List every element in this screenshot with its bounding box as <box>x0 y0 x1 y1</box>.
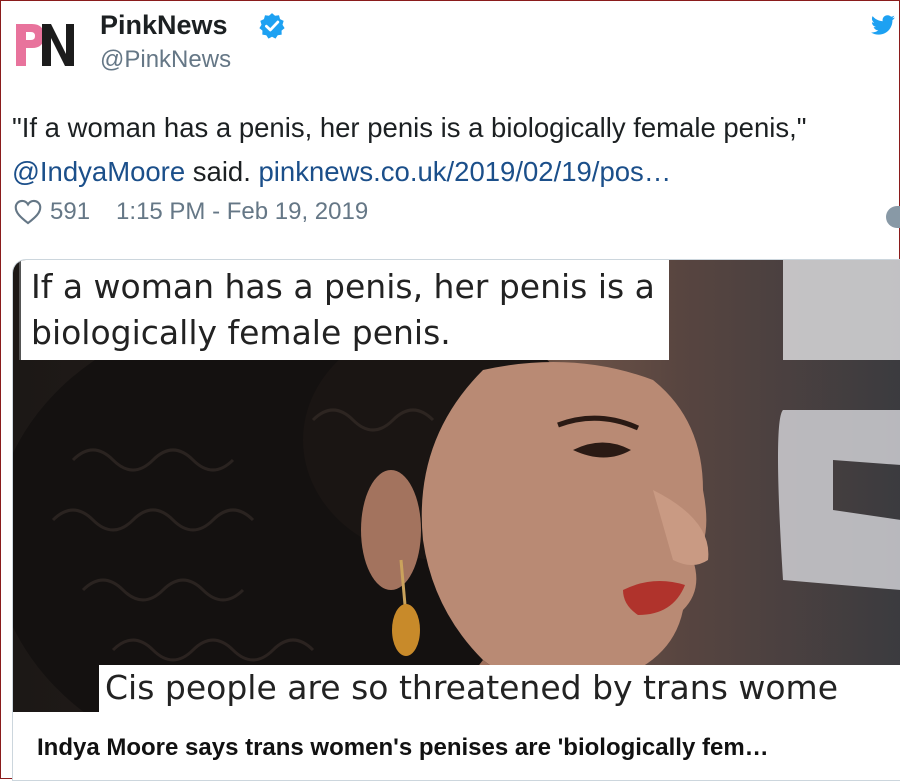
pinknews-logo[interactable] <box>16 20 74 66</box>
tweet-meta: 591 1:15 PM - Feb 19, 2019 <box>14 198 368 226</box>
article-link[interactable]: pinknews.co.uk/2019/02/19/pos… <box>259 156 672 187</box>
account-name[interactable]: PinkNews <box>100 10 228 41</box>
tweet-header: PinkNews @PinkNews <box>14 8 896 78</box>
heart-icon[interactable] <box>14 199 42 225</box>
pinknews-logo-icon <box>16 24 74 66</box>
tweet-text-tail: said. <box>192 156 251 187</box>
twitter-bird-icon[interactable] <box>870 12 896 38</box>
image-caption-bottom: Cis people are so threatened by trans wo… <box>99 665 900 712</box>
image-caption-top: If a woman has a penis, her penis is a b… <box>19 260 669 360</box>
card-photo: If a woman has a penis, her penis is a b… <box>13 260 900 712</box>
card-title[interactable]: Indya Moore says trans women's penises a… <box>13 712 900 780</box>
tweet-quote: "If a woman has a penis, her penis is a … <box>12 112 807 143</box>
like-count[interactable]: 591 <box>50 198 90 226</box>
tweet-timestamp[interactable]: 1:15 PM - Feb 19, 2019 <box>116 198 368 226</box>
verified-badge-icon <box>259 13 285 39</box>
account-handle[interactable]: @PinkNews <box>100 46 231 74</box>
link-card[interactable]: If a woman has a penis, her penis is a b… <box>12 259 900 781</box>
tweet-text: "If a woman has a penis, her penis is a … <box>12 106 890 194</box>
mention-link[interactable]: @IndyaMoore <box>12 156 185 187</box>
